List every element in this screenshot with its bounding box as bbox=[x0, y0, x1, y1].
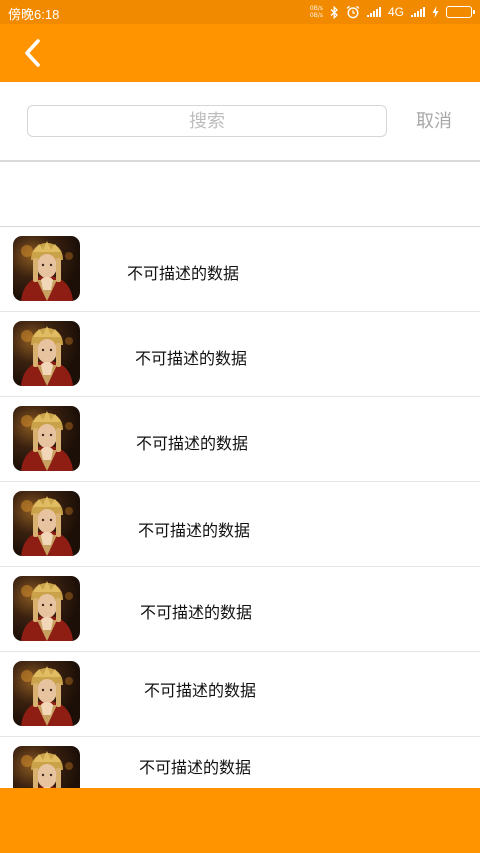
avatar bbox=[13, 576, 80, 641]
list-item-label: 不可描述的数据 bbox=[135, 349, 248, 368]
list-item-label: 不可描述的数据 bbox=[139, 758, 252, 777]
list-item[interactable]: 不可描述的数据 bbox=[0, 482, 480, 567]
back-button[interactable] bbox=[14, 36, 50, 70]
list-item-label: 不可描述的数据 bbox=[144, 681, 257, 700]
list-item-label: 不可描述的数据 bbox=[127, 264, 240, 283]
avatar bbox=[13, 406, 80, 471]
status-icons: 0B/s 0B/s 4G bbox=[310, 3, 475, 21]
list-item[interactable]: 不可描述的数据 bbox=[0, 652, 480, 737]
status-time: 傍晚6:18 bbox=[8, 7, 60, 22]
filter-area bbox=[0, 162, 480, 226]
charging-icon bbox=[432, 6, 439, 18]
result-list: 不可描述的数据 不可描述的数据 不可描述的数据 不可描述的数据 不可描述的数据 … bbox=[0, 227, 480, 788]
battery-icon bbox=[446, 6, 475, 18]
alarm-icon bbox=[346, 5, 360, 19]
cancel-button[interactable]: 取消 bbox=[408, 109, 460, 135]
list-item[interactable]: 不可描述的数据 bbox=[0, 312, 480, 397]
list-item[interactable]: 不可描述的数据 bbox=[0, 737, 480, 788]
list-item[interactable]: 不可描述的数据 bbox=[0, 227, 480, 312]
avatar bbox=[13, 236, 80, 301]
search-input[interactable] bbox=[27, 105, 387, 137]
app-bar bbox=[0, 24, 480, 82]
chevron-left-icon bbox=[25, 39, 40, 67]
speed-upload: 0B/s bbox=[309, 5, 323, 12]
speed-download: 0B/s bbox=[309, 12, 323, 19]
list-item[interactable]: 不可描述的数据 bbox=[0, 567, 480, 652]
list-item-label: 不可描述的数据 bbox=[136, 434, 249, 453]
list-item-label: 不可描述的数据 bbox=[140, 603, 253, 622]
signal-icon bbox=[366, 7, 381, 17]
bluetooth-icon bbox=[330, 5, 338, 19]
avatar bbox=[13, 746, 80, 788]
network-type: 4G bbox=[387, 5, 404, 19]
status-bar: 傍晚6:18 0B/s 0B/s 4G bbox=[0, 0, 480, 24]
signal-icon-2 bbox=[411, 7, 425, 17]
list-item-label: 不可描述的数据 bbox=[138, 521, 251, 540]
list-item[interactable]: 不可描述的数据 bbox=[0, 397, 480, 482]
bottom-bar bbox=[0, 788, 480, 853]
network-speed: 0B/s 0B/s bbox=[310, 5, 323, 19]
avatar bbox=[13, 321, 80, 386]
avatar bbox=[13, 491, 80, 556]
avatar bbox=[13, 661, 80, 726]
search-bar: 取消 bbox=[0, 82, 480, 160]
